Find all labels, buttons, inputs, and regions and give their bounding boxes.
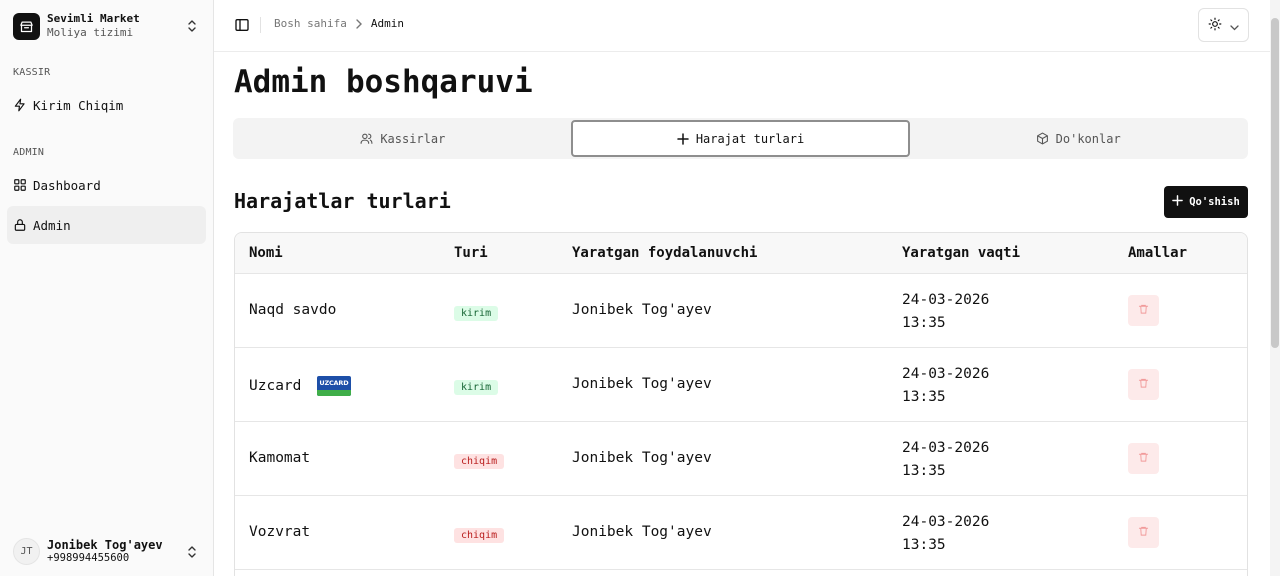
row-time: 13:35 [902, 463, 946, 479]
row-date: 24-03-2026 [902, 440, 990, 456]
brand-switcher[interactable]: Sevimli Market Moliya tizimi [8, 8, 206, 44]
breadcrumb-current: Admin [370, 17, 404, 30]
add-button[interactable]: Qo'shish [1164, 186, 1248, 218]
expense-types-table: Nomi Turi Yaratgan foydalanuvchi Yaratga… [234, 232, 1248, 576]
row-time: 13:35 [902, 389, 946, 405]
tab-dokonlar[interactable]: Do'konlar [910, 120, 1246, 157]
row-created-at: 24-03-2026 13:35 [902, 511, 989, 557]
table-row: Uzcard UZCARD kirim Jonibek Tog'ayev 24-… [235, 348, 1247, 422]
row-user: Jonibek Tog'ayev [572, 376, 712, 392]
avatar: JT [13, 537, 40, 565]
grid-icon [13, 178, 27, 192]
sidebar-item-label: Dashboard [33, 177, 101, 193]
users-icon [360, 132, 373, 145]
row-created-at: 24-03-2026 13:35 [902, 437, 989, 483]
sidebar-item-label: Admin [33, 217, 71, 233]
column-header-time: Yaratgan vaqti [902, 245, 1021, 261]
chevrons-up-down-icon [187, 544, 197, 563]
tab-harajat-turlari[interactable]: Harajat turlari [570, 120, 911, 157]
row-user: Jonibek Tog'ayev [572, 524, 712, 540]
tab-label: Kassirlar [380, 131, 446, 146]
column-header-nomi: Nomi [249, 245, 283, 261]
lock-icon [13, 218, 27, 232]
row-created-at: 24-03-2026 13:35 [902, 363, 989, 409]
breadcrumb: Bosh sahifa Admin [274, 17, 404, 30]
tab-kassirlar[interactable]: Kassirlar [235, 120, 571, 157]
divider [260, 17, 261, 33]
delete-button[interactable] [1128, 517, 1159, 548]
row-created-at: 24-03-2026 13:35 [902, 289, 989, 335]
breadcrumb-home-link[interactable]: Bosh sahifa [274, 17, 347, 30]
sidebar-item-admin[interactable]: Admin [7, 206, 206, 244]
table-header: Nomi Turi Yaratgan foydalanuvchi Yaratga… [235, 233, 1247, 274]
page-title: Admin boshqaruvi [234, 64, 533, 100]
row-name: Kamomat [249, 450, 311, 466]
chevron-right-icon [355, 18, 363, 29]
sun-icon [1208, 16, 1222, 35]
uzcard-logo: UZCARD [317, 376, 352, 396]
type-badge: kirim [454, 306, 499, 321]
brand-subtitle: Moliya tizimi [47, 26, 134, 39]
row-time: 13:35 [902, 315, 946, 331]
trash-icon [1138, 377, 1149, 393]
tab-label: Harajat turlari [695, 131, 805, 146]
user-menu[interactable]: JT Jonibek Tog'ayev +998994455600 [8, 532, 206, 570]
tabs: Kassirlar Harajat turlari Do'konlar [233, 118, 1248, 159]
chevrons-up-down-icon [187, 18, 197, 37]
add-button-label: Qo'shish [1189, 196, 1240, 208]
row-user: Jonibek Tog'ayev [572, 450, 712, 466]
type-badge: kirim [454, 380, 499, 395]
column-header-turi: Turi [454, 245, 488, 261]
row-name: Uzcard [249, 378, 302, 394]
delete-button[interactable] [1128, 295, 1159, 326]
box-icon [1036, 132, 1049, 145]
topbar: Bosh sahifa Admin [214, 0, 1270, 52]
plus-icon [1172, 195, 1184, 209]
delete-button[interactable] [1128, 369, 1159, 400]
table-row: Vozvrat chiqim Jonibek Tog'ayev 24-03-20… [235, 496, 1247, 570]
user-phone: +998994455600 [47, 551, 130, 564]
group-label-admin: ADMIN [13, 147, 45, 158]
trash-icon [1138, 451, 1149, 467]
scrollbar-thumb[interactable] [1271, 18, 1279, 348]
plus-icon [677, 132, 689, 145]
row-time: 13:35 [902, 537, 946, 553]
row-date: 24-03-2026 [902, 366, 990, 382]
store-icon [13, 12, 40, 40]
chevron-down-icon [1230, 16, 1239, 35]
row-date: 24-03-2026 [902, 514, 990, 530]
delete-button[interactable] [1128, 443, 1159, 474]
column-header-user: Yaratgan foydalanuvchi [572, 245, 758, 261]
row-name: Vozvrat [249, 524, 311, 540]
sidebar-item-dashboard[interactable]: Dashboard [7, 166, 206, 204]
row-user: Jonibek Tog'ayev [572, 302, 712, 318]
table-row: Naqd savdo kirim Jonibek Tog'ayev 24-03-… [235, 274, 1247, 348]
table-row: Kamomat chiqim Jonibek Tog'ayev 24-03-20… [235, 422, 1247, 496]
page-scrollbar[interactable] [1270, 0, 1280, 576]
row-date: 24-03-2026 [902, 292, 990, 308]
uzcard-logo-text: UZCARD [319, 379, 349, 387]
type-badge: chiqim [454, 454, 505, 469]
sidebar: Sevimli Market Moliya tizimi KASSIR Kiri… [0, 0, 214, 576]
theme-toggle-button[interactable] [1198, 8, 1249, 42]
group-label-kassir: KASSIR [13, 67, 51, 78]
user-name: Jonibek Tog'ayev [47, 537, 163, 552]
trash-icon [1138, 303, 1149, 319]
column-header-actions: Amallar [1128, 245, 1188, 261]
brand-name: Sevimli Market [47, 12, 140, 25]
sidebar-item-kirim-chiqim[interactable]: Kirim Chiqim [7, 86, 206, 124]
zap-icon [13, 98, 27, 112]
section-title: Harajatlar turlari [234, 189, 451, 213]
trash-icon [1138, 525, 1149, 541]
type-badge: chiqim [454, 528, 505, 543]
tab-label: Do'konlar [1055, 131, 1121, 146]
sidebar-toggle-icon[interactable] [234, 17, 250, 33]
sidebar-item-label: Kirim Chiqim [33, 97, 124, 113]
row-name: Naqd savdo [249, 302, 337, 318]
